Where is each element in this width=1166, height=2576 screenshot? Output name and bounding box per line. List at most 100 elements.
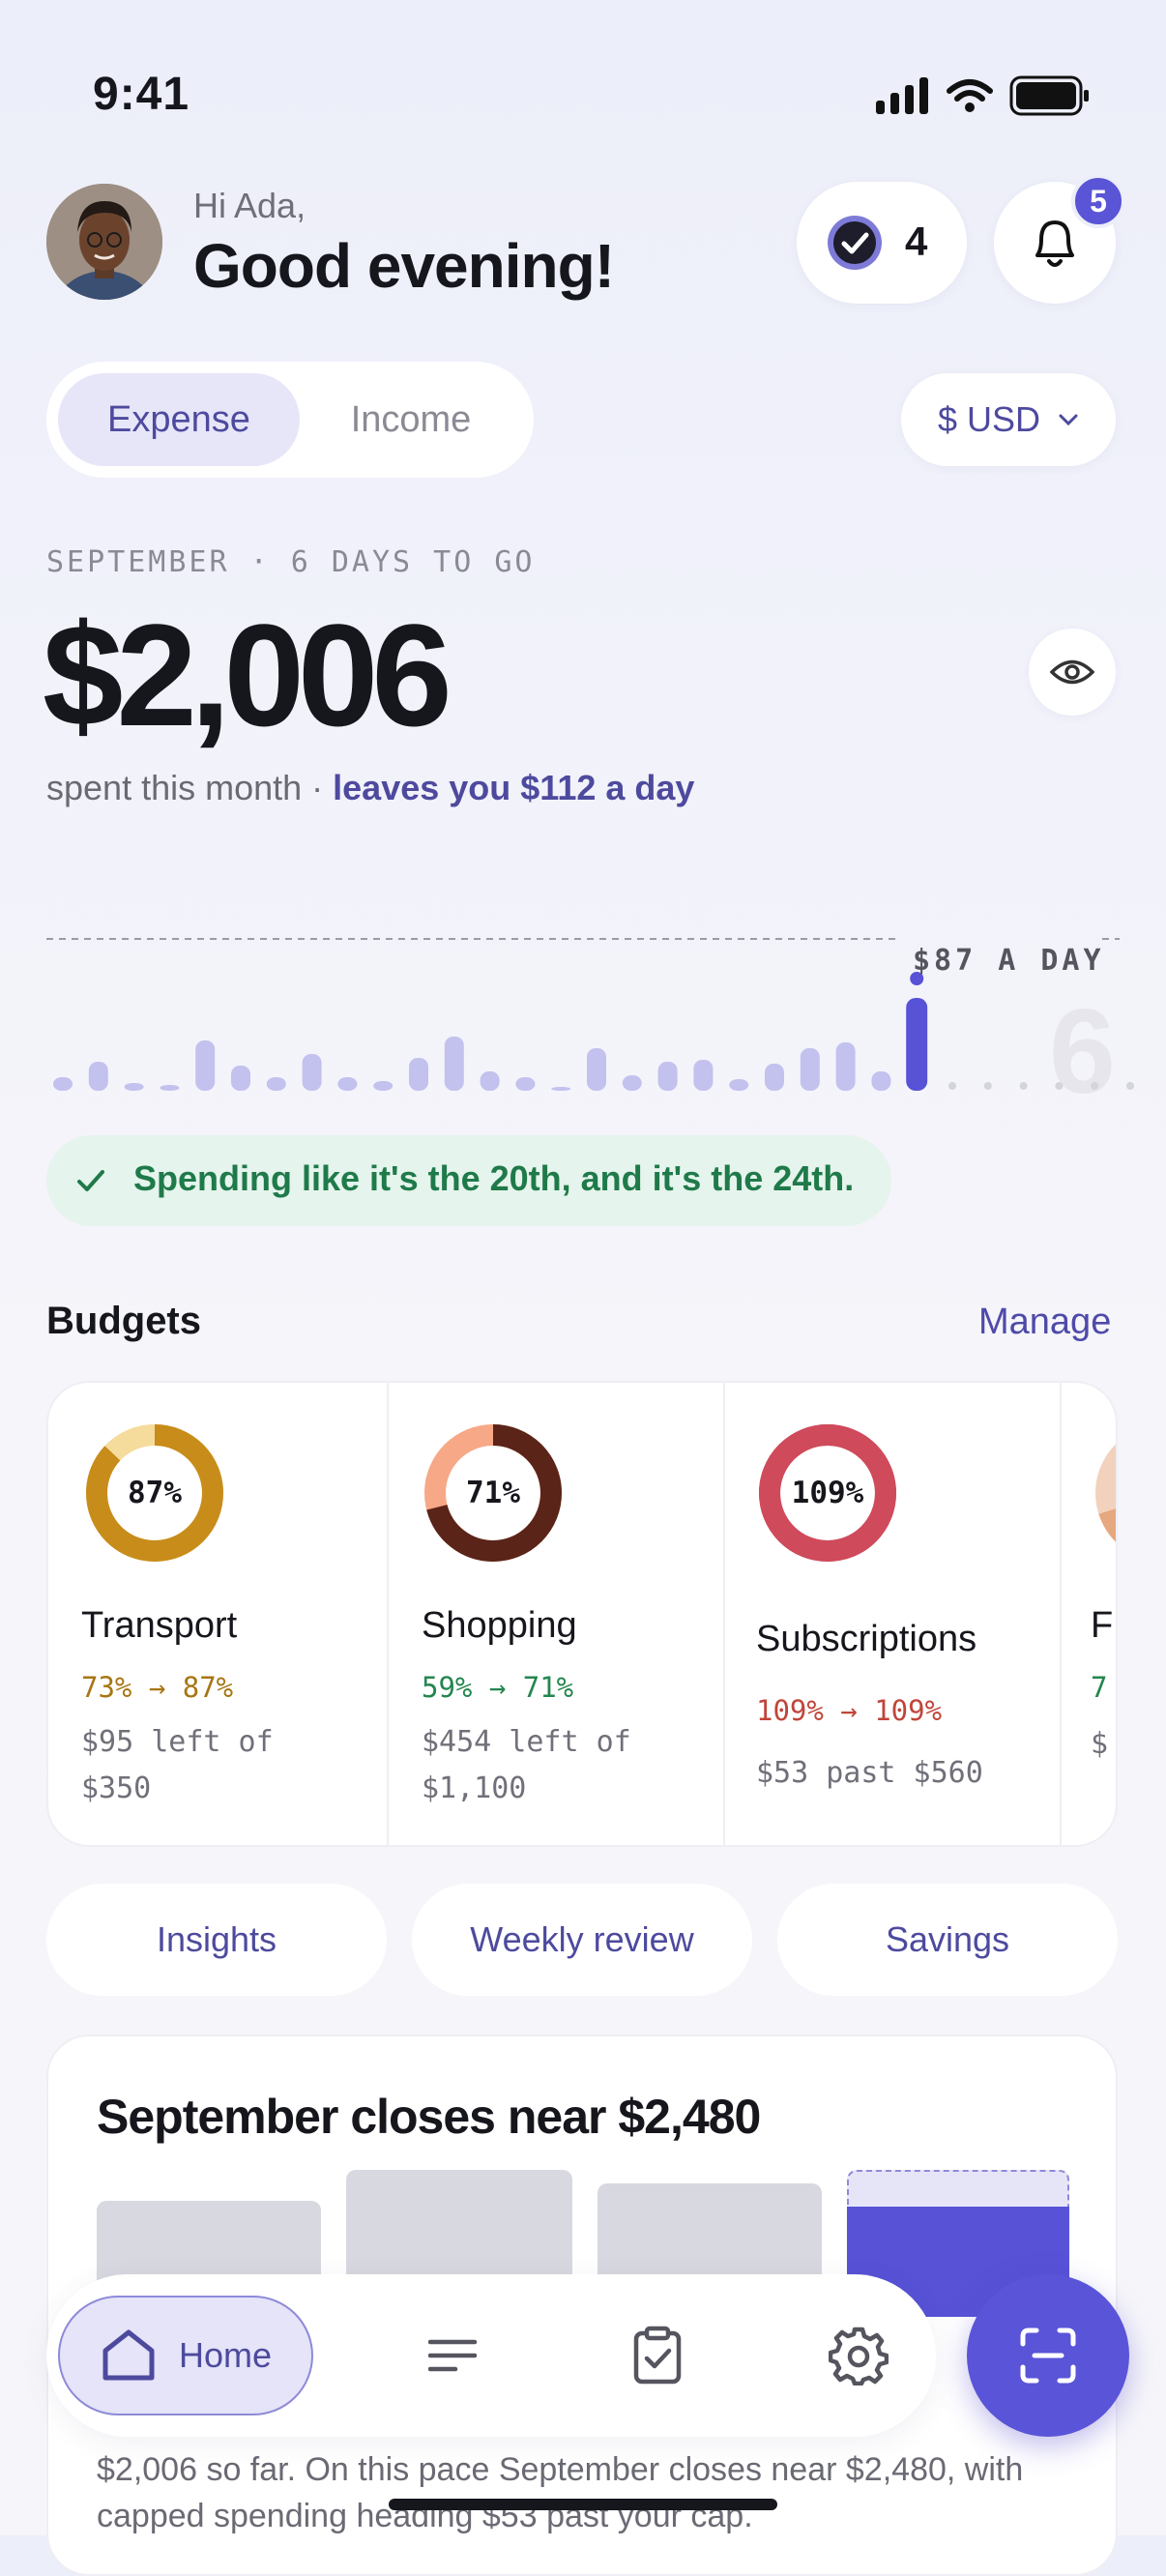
budget-detail: $454 left of $1,100 (422, 1725, 631, 1805)
period-label: SEPTEMBER · 6 DAYS TO GO (46, 545, 536, 579)
day-bar (800, 1048, 820, 1091)
battery-icon (1009, 75, 1089, 116)
toggle-visibility-button[interactable] (1029, 629, 1116, 716)
manage-budgets-link[interactable]: Manage (978, 1302, 1111, 1343)
budget-detail: $95 left of $350 (81, 1725, 274, 1805)
spent-label: spent this month · (46, 768, 324, 807)
budget-change: 73% → 87% (81, 1671, 234, 1704)
nav-home[interactable]: Home (58, 2296, 313, 2415)
nav-transactions[interactable] (408, 2309, 501, 2402)
day-bar (729, 1079, 749, 1091)
weekly-review-label: Weekly review (470, 1919, 694, 1959)
check-circle-icon (828, 216, 882, 270)
day-bar (195, 1040, 216, 1091)
daily-target-label: $87 A DAY (913, 944, 1105, 978)
spent-summary: spent this month · leaves you $112 a day (46, 768, 694, 808)
currency-label: $ USD (937, 399, 1041, 439)
eye-icon (1050, 659, 1094, 685)
nav-tasks[interactable] (611, 2309, 704, 2402)
day-bar (515, 1077, 536, 1091)
day-bar (871, 1071, 891, 1091)
notification-badge: 5 (1071, 174, 1125, 228)
future-day-dot (1055, 1082, 1064, 1090)
list-icon (428, 2339, 478, 2372)
scan-icon (1020, 2327, 1076, 2384)
month-total: $2,006 (43, 594, 452, 756)
budget-name: F (1091, 1605, 1114, 1646)
checkmark-icon (77, 1170, 104, 1191)
day-bar (337, 1077, 358, 1091)
tasks-count: 4 (905, 219, 928, 264)
budget-percent: 109% (791, 1476, 864, 1510)
day-bar (551, 1087, 571, 1091)
budget-card[interactable]: 87% Transport 73% → 87% $95 left of $350 (48, 1383, 389, 1845)
tab-income-label: Income (350, 398, 472, 440)
greeting-small: Hi Ada, (193, 186, 306, 225)
daily-allowance: leaves you $112 a day (333, 768, 695, 807)
day-bar (409, 1058, 428, 1091)
chevron-down-icon (1059, 414, 1078, 426)
day-bar (373, 1081, 394, 1091)
day-bar (693, 1060, 714, 1091)
budget-card[interactable]: 71% Shopping 59% → 71% $454 left of $1,1… (387, 1383, 725, 1845)
pace-status-badge: Spending like it's the 20th, and it's th… (46, 1135, 891, 1226)
tab-expense-label: Expense (107, 398, 250, 440)
scan-receipt-button[interactable] (967, 2274, 1129, 2437)
bell-icon (1035, 220, 1074, 267)
budgets-title: Budgets (46, 1300, 201, 1342)
budgets-carousel[interactable]: 87% Transport 73% → 87% $95 left of $350… (46, 1381, 1118, 1847)
day-bar (765, 1064, 784, 1091)
forecast-body: $2,006 so far. On this pace September cl… (97, 2451, 1024, 2534)
day-bar (124, 1083, 144, 1091)
day-bar (302, 1054, 322, 1091)
future-day-dot (948, 1082, 956, 1090)
budget-change: 109% → 109% (756, 1694, 943, 1727)
nav-settings[interactable] (812, 2309, 905, 2402)
insights-label: Insights (156, 1919, 277, 1959)
insights-chip[interactable]: Insights (46, 1884, 387, 1996)
status-time: 9:41 (93, 69, 190, 120)
greeting-title: Good evening! (193, 231, 615, 301)
savings-chip[interactable]: Savings (777, 1884, 1118, 1996)
weekly-review-chip[interactable]: Weekly review (412, 1884, 752, 1996)
future-day-dot (1019, 1082, 1028, 1090)
savings-label: Savings (885, 1919, 1010, 1959)
budget-name: Shopping (422, 1605, 577, 1646)
budget-name: Transport (81, 1605, 238, 1646)
today-bar (906, 998, 928, 1091)
budget-card[interactable]: F 7 $ (1060, 1383, 1116, 1845)
day-bar (266, 1077, 286, 1091)
wifi-icon (947, 79, 993, 112)
budget-change: 59% → 71% (422, 1671, 574, 1704)
day-bar (160, 1085, 180, 1091)
day-bar (587, 1048, 606, 1091)
budget-percent: 87% (128, 1476, 182, 1510)
day-bar (88, 1062, 108, 1091)
day-bar (53, 1077, 73, 1091)
signal-icon (876, 77, 930, 114)
day-bar (480, 1071, 500, 1091)
day-bar (622, 1075, 642, 1091)
pace-status-text: Spending like it's the 20th, and it's th… (133, 1158, 855, 1198)
type-switch: Expense Income (46, 362, 534, 478)
home-icon (102, 2329, 155, 2381)
daily-spending-chart: 6 (46, 938, 1134, 1102)
nav-home-label: Home (178, 2335, 273, 2375)
tab-income[interactable]: Income (300, 373, 522, 466)
budget-card[interactable]: 109% Subscriptions 109% → 109% $53 past … (723, 1383, 1062, 1845)
tasks-button[interactable]: 4 (797, 182, 967, 304)
home-indicator (389, 2499, 777, 2510)
day-bar (444, 1037, 464, 1091)
day-bar (835, 1042, 856, 1091)
day-bar (657, 1062, 678, 1091)
avatar[interactable] (46, 184, 162, 300)
future-day-dot (1091, 1082, 1099, 1090)
notification-count: 5 (1090, 183, 1107, 219)
clipboard-check-icon (633, 2326, 682, 2385)
tab-expense[interactable]: Expense (58, 373, 300, 466)
currency-select[interactable]: $ USD (901, 373, 1116, 466)
budget-percent: 71% (466, 1476, 520, 1510)
gear-icon (829, 2327, 889, 2386)
budget-change: 7 (1091, 1671, 1108, 1704)
forecast-title: September closes near $2,480 (97, 2090, 761, 2144)
